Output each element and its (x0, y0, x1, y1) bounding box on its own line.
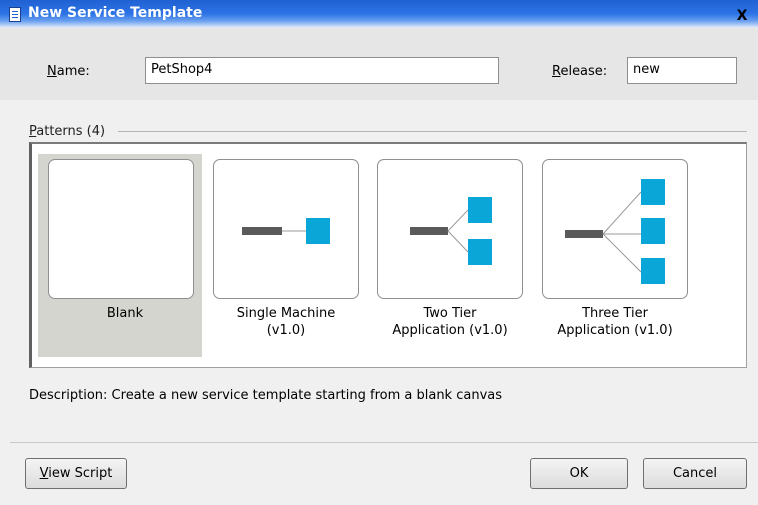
pattern-tile-three-tier[interactable] (542, 159, 688, 299)
title-bar: New Service Template X (0, 0, 758, 28)
server-node-icon (306, 218, 330, 244)
single-machine-diagram (242, 218, 330, 244)
release-label: Release: (552, 64, 608, 79)
machine-bar-icon (410, 227, 448, 235)
name-label: Name: (47, 64, 90, 79)
tier-node-icon (641, 179, 665, 205)
pattern-tile-single-machine[interactable] (213, 159, 359, 299)
pattern-label-blank: Blank (106, 306, 144, 321)
three-tier-diagram (565, 179, 665, 284)
window-icon (9, 7, 21, 22)
two-tier-diagram (410, 197, 492, 265)
tier-node-icon (468, 239, 492, 265)
pattern-label-single-machine: Single Machine (v1.0) (236, 306, 336, 338)
patterns-divider (118, 131, 747, 132)
view-script-button[interactable]: View Script (25, 458, 127, 489)
footer-separator (10, 442, 758, 443)
tier-node-icon (641, 258, 665, 284)
tier-node-icon (468, 197, 492, 223)
pattern-label-three-tier: Three Tier Application (v1.0) (557, 306, 673, 338)
tier-node-icon (641, 218, 665, 244)
release-input[interactable]: new (627, 57, 737, 84)
machine-bar-icon (242, 227, 282, 235)
machine-bar-icon (565, 230, 603, 238)
ok-button[interactable]: OK (530, 458, 628, 489)
name-input[interactable]: PetShop4 (145, 57, 499, 84)
pattern-tile-two-tier[interactable] (377, 159, 523, 299)
blank-preview (48, 159, 194, 299)
window-title: New Service Template (28, 5, 203, 21)
cancel-button[interactable]: Cancel (643, 458, 747, 489)
close-button[interactable]: X (733, 8, 751, 24)
pattern-label-two-tier: Two Tier Application (v1.0) (392, 306, 508, 338)
pattern-description: Description: Create a new service templa… (29, 388, 503, 403)
patterns-heading: Patterns (4) (29, 124, 106, 139)
